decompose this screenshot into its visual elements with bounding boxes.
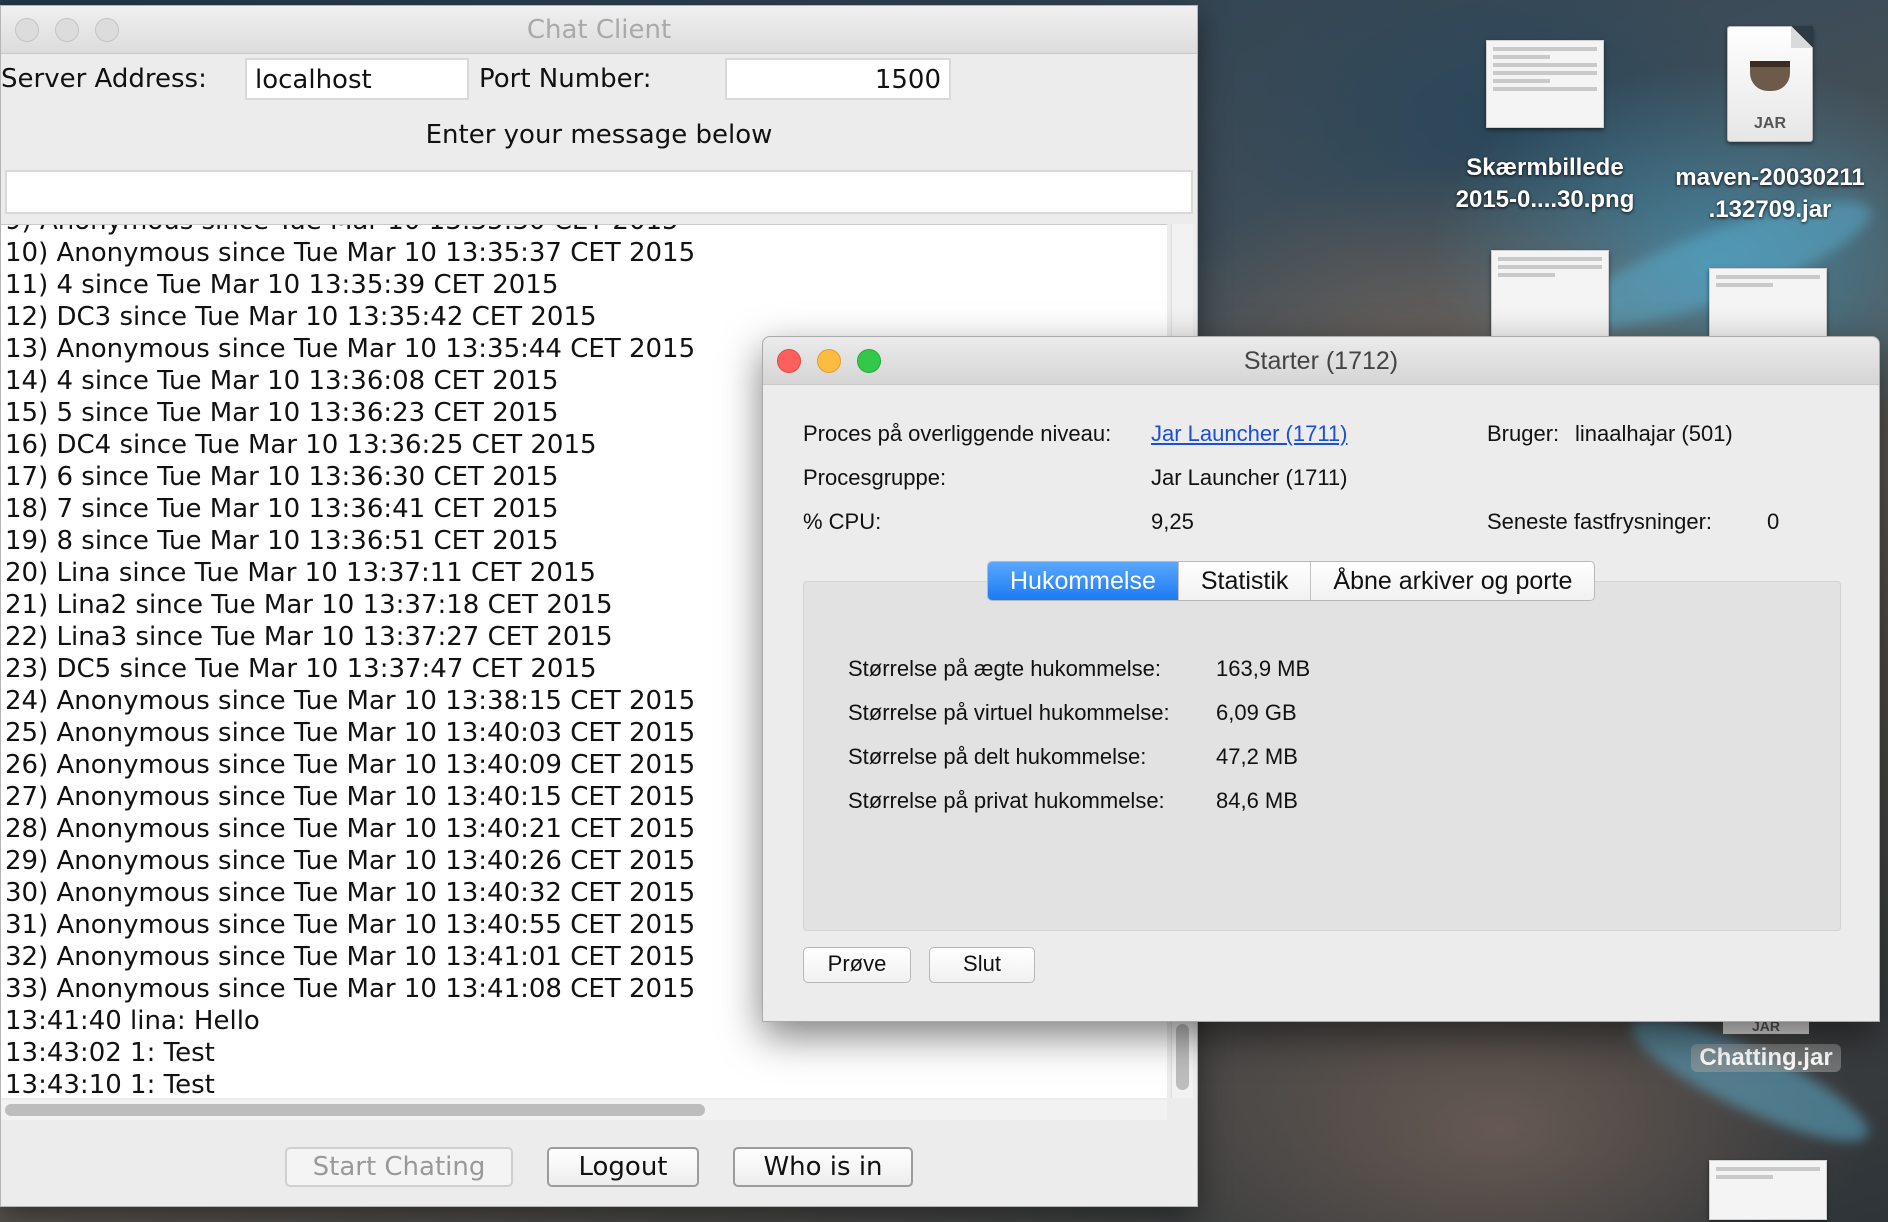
port-number-field[interactable]: 1500 xyxy=(725,58,951,100)
private-memory-value: 84,6 MB xyxy=(1216,788,1298,813)
image-thumbnail-icon xyxy=(1491,250,1609,338)
start-chatting-button[interactable]: Start Chating xyxy=(285,1147,513,1187)
cpu-label: % CPU: xyxy=(803,509,882,534)
cpu-value: 9,25 xyxy=(1151,509,1194,534)
scroll-thumb[interactable] xyxy=(5,1104,705,1116)
desktop-icon-maven-jar[interactable]: JAR maven-20030211 .132709.jar xyxy=(1655,26,1885,226)
chat-message: 33) Anonymous since Tue Mar 10 13:41:08 … xyxy=(5,974,696,1004)
chat-message: 9) Anonymous since Tue Mar 10 13:35:30 C… xyxy=(5,225,695,237)
chat-message: 13:43:10 1: Test xyxy=(5,1070,215,1098)
desktop-icon-thumbnail[interactable] xyxy=(1708,1160,1828,1220)
process-group-label: Procesgruppe: xyxy=(803,465,947,490)
chat-message: 23) DC5 since Tue Mar 10 13:37:47 CET 20… xyxy=(5,654,597,684)
tab-statistics[interactable]: Statistik xyxy=(1178,562,1312,600)
chat-message: 17) 6 since Tue Mar 10 13:36:30 CET 2015 xyxy=(5,462,559,492)
chat-message: 13:41:40 lina: Hello xyxy=(5,1006,260,1036)
process-info-window: Starter (1712) Proces på overliggende ni… xyxy=(762,336,1880,1022)
image-thumbnail-icon xyxy=(1486,40,1604,128)
tab-bar: Hukommelse Statistik Åbne arkiver og por… xyxy=(987,561,1596,601)
port-number-label: Port Number: xyxy=(479,64,652,94)
virtual-memory-value: 6,09 GB xyxy=(1216,700,1297,725)
recent-hangs-label: Seneste fastfrysninger: xyxy=(1487,509,1713,534)
desktop-icon-screenshot[interactable]: Skærmbillede 2015-0....30.png xyxy=(1440,40,1650,216)
tab-open-files-ports[interactable]: Åbne arkiver og porte xyxy=(1311,562,1595,600)
coffee-cup-icon xyxy=(1750,61,1790,91)
desktop-icon-chatting-jar[interactable]: JAR Chatting.jar xyxy=(1686,1018,1846,1072)
chat-message: 32) Anonymous since Tue Mar 10 13:41:01 … xyxy=(5,942,696,972)
chat-message: 28) Anonymous since Tue Mar 10 13:40:21 … xyxy=(5,814,696,844)
jar-file-icon: JAR xyxy=(1727,26,1813,142)
server-address-label: Server Address: xyxy=(1,64,207,94)
memory-tab-panel: Størrelse på ægte hukommelse: 163,9 MB S… xyxy=(803,581,1841,931)
who-is-in-button[interactable]: Who is in xyxy=(733,1147,913,1187)
user-value: linaalhajar (501) xyxy=(1575,421,1733,446)
desktop-icon-label: Chatting.jar xyxy=(1691,1044,1841,1072)
chat-message: 13) Anonymous since Tue Mar 10 13:35:44 … xyxy=(5,334,696,364)
chat-message: 26) Anonymous since Tue Mar 10 13:40:09 … xyxy=(5,750,696,780)
desktop-icon-thumbnail[interactable] xyxy=(1490,250,1610,338)
sample-button[interactable]: Prøve xyxy=(803,947,911,983)
jar-badge: JAR xyxy=(1753,115,1786,132)
quit-button[interactable]: Slut xyxy=(929,947,1035,983)
chat-message: 19) 8 since Tue Mar 10 13:36:51 CET 2015 xyxy=(5,526,559,556)
chat-message: 31) Anonymous since Tue Mar 10 13:40:55 … xyxy=(5,910,696,940)
chat-message: 16) DC4 since Tue Mar 10 13:36:25 CET 20… xyxy=(5,430,597,460)
server-address-field[interactable]: localhost xyxy=(245,58,469,100)
window-title: Chat Client xyxy=(526,15,672,45)
chat-message: 13:43:02 1: Test xyxy=(5,1038,215,1068)
chat-message: 21) Lina2 since Tue Mar 10 13:37:18 CET … xyxy=(5,590,613,620)
real-memory-label: Størrelse på ægte hukommelse: xyxy=(848,656,1162,681)
starter-titlebar: Starter (1712) xyxy=(763,337,1879,385)
user-label: Bruger: xyxy=(1487,421,1560,446)
tab-memory[interactable]: Hukommelse xyxy=(988,562,1179,600)
process-group-value: Jar Launcher (1711) xyxy=(1151,465,1348,490)
chat-titlebar: Chat Client xyxy=(1,6,1197,54)
chat-message: 14) 4 since Tue Mar 10 13:36:08 CET 2015 xyxy=(5,366,559,396)
desktop-icon-label: maven-20030211 .132709.jar xyxy=(1675,164,1865,223)
chat-message: 20) Lina since Tue Mar 10 13:37:11 CET 2… xyxy=(5,558,596,588)
parent-process-link[interactable]: Jar Launcher (1711) xyxy=(1151,421,1348,447)
desktop-icon-label: Skærmbillede 2015-0....30.png xyxy=(1455,154,1635,213)
chat-message: 15) 5 since Tue Mar 10 13:36:23 CET 2015 xyxy=(5,398,559,428)
message-prompt: Enter your message below xyxy=(425,120,773,150)
chat-message: 12) DC3 since Tue Mar 10 13:35:42 CET 20… xyxy=(5,302,597,332)
chat-message: 24) Anonymous since Tue Mar 10 13:38:15 … xyxy=(5,686,696,716)
chat-message: 25) Anonymous since Tue Mar 10 13:40:03 … xyxy=(5,718,696,748)
horizontal-scrollbar[interactable] xyxy=(1,1100,1167,1120)
chat-message: 18) 7 since Tue Mar 10 13:36:41 CET 2015 xyxy=(5,494,559,524)
shared-memory-value: 47,2 MB xyxy=(1216,744,1298,769)
logout-button[interactable]: Logout xyxy=(547,1147,699,1187)
chat-message: 22) Lina3 since Tue Mar 10 13:37:27 CET … xyxy=(5,622,613,652)
parent-process-label: Proces på overliggende niveau: xyxy=(803,421,1112,446)
chat-message: 30) Anonymous since Tue Mar 10 13:40:32 … xyxy=(5,878,696,908)
scroll-thumb[interactable] xyxy=(1176,1024,1189,1090)
message-list: 9) Anonymous since Tue Mar 10 13:35:30 C… xyxy=(5,225,696,1098)
recent-hangs-value: 0 xyxy=(1767,509,1780,534)
private-memory-label: Størrelse på privat hukommelse: xyxy=(848,788,1165,813)
chat-message: 11) 4 since Tue Mar 10 13:35:39 CET 2015 xyxy=(5,270,559,300)
chat-message: 29) Anonymous since Tue Mar 10 13:40:26 … xyxy=(5,846,696,876)
real-memory-value: 163,9 MB xyxy=(1216,656,1311,681)
window-title: Starter (1712) xyxy=(1243,347,1399,375)
image-thumbnail-icon xyxy=(1709,1160,1827,1220)
message-input[interactable] xyxy=(5,170,1193,214)
shared-memory-label: Størrelse på delt hukommelse: xyxy=(848,744,1147,769)
chat-message: 10) Anonymous since Tue Mar 10 13:35:37 … xyxy=(5,238,696,268)
virtual-memory-label: Størrelse på virtuel hukommelse: xyxy=(848,700,1170,725)
chat-message: 27) Anonymous since Tue Mar 10 13:40:15 … xyxy=(5,782,696,812)
